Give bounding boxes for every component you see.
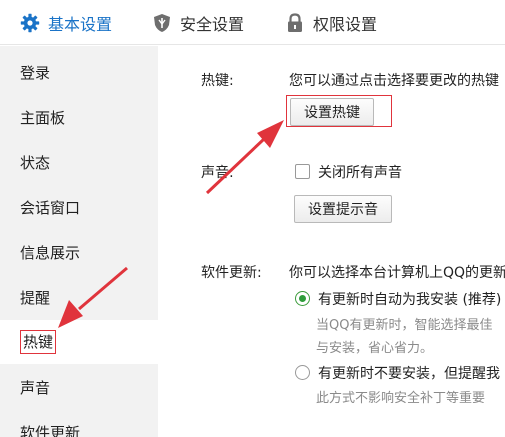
sidebar-item-reminder[interactable]: 提醒 [0,275,158,319]
auto-install-note-line2: 与安装，省心省力。 [316,341,434,356]
sidebar-item-label: 热键 [20,330,57,354]
notify-only-label: 有更新时不要安装，但提醒我 [318,366,500,382]
shield-icon [152,13,172,33]
tab-label: 安全设置 [180,14,245,34]
lock-icon [285,12,305,33]
tab-label: 权限设置 [313,14,378,34]
hotkey-description: 您可以通过点击选择要更改的热键 [289,73,499,89]
sidebar-item-label: 主面板 [20,108,66,127]
tab-security-settings[interactable]: 安全设置 [152,0,244,45]
set-hotkey-button[interactable]: 设置热键 [290,98,374,126]
notify-only-radio[interactable] [295,365,310,380]
tab-label: 基本设置 [48,14,113,34]
settings-tab-bar: 基本设置 安全设置 权限设置 [0,0,505,45]
settings-sidebar: 登录 主面板 状态 会话窗口 信息展示 提醒 热键 声音 软件更新 [0,46,158,437]
notify-only-note: 此方式不影响安全补丁等重要 [316,391,486,406]
set-sound-button[interactable]: 设置提示音 [294,195,392,223]
update-description: 你可以选择本台计算机上QQ的更新 [289,265,505,281]
hotkey-label: 热键: [201,73,234,89]
sidebar-item-label: 状态 [20,153,51,172]
sidebar-item-software-update[interactable]: 软件更新 [0,410,158,437]
sidebar-item-main-panel[interactable]: 主面板 [0,95,158,139]
sidebar-item-status[interactable]: 状态 [0,140,158,184]
update-label: 软件更新: [201,265,262,281]
gear-icon [20,13,40,33]
sidebar-item-label: 提醒 [20,288,51,307]
sidebar-item-label: 软件更新 [20,423,81,437]
sidebar-item-label: 信息展示 [20,243,81,262]
tab-basic-settings[interactable]: 基本设置 [20,0,112,45]
auto-install-label: 有更新时自动为我安装 (推荐) [318,292,502,308]
sidebar-item-label: 声音 [20,378,51,397]
settings-content: 热键: 您可以通过点击选择要更改的热键 设置热键 声音: 关闭所有声音 设置提示… [158,46,505,437]
sidebar-item-hotkey[interactable]: 热键 [0,320,158,364]
tab-permission-settings[interactable]: 权限设置 [285,0,377,45]
mute-all-checkbox[interactable] [295,164,310,179]
sound-label: 声音: [201,165,234,181]
sidebar-item-login[interactable]: 登录 [0,50,158,94]
sidebar-item-label: 登录 [20,63,51,82]
sidebar-item-label: 会话窗口 [20,198,81,217]
sidebar-item-info-display[interactable]: 信息展示 [0,230,158,274]
mute-all-label: 关闭所有声音 [318,165,402,181]
sidebar-item-sound[interactable]: 声音 [0,365,158,409]
auto-install-radio[interactable] [295,291,310,306]
auto-install-note-line1: 当QQ有更新时，智能选择最佳 [316,318,493,333]
sidebar-item-chat-window[interactable]: 会话窗口 [0,185,158,229]
